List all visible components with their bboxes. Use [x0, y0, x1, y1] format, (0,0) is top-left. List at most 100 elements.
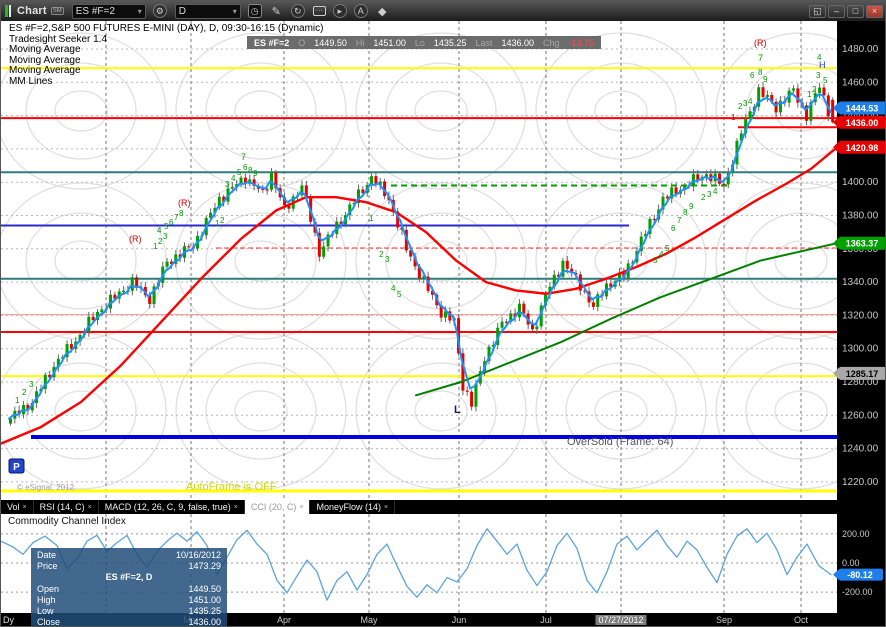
svg-text:© eSignal, 2012: © eSignal, 2012 [17, 483, 75, 492]
legend-symbol-line: ES #F=2,S&P 500 FUTURES E-MINI (DAY), D,… [9, 23, 324, 34]
tooltip-price-label: Price [37, 561, 58, 572]
settings-gear-icon[interactable]: ⚙ [152, 4, 167, 18]
tooltip-close-value: 1436.00 [188, 617, 221, 627]
svg-text:1300.00: 1300.00 [842, 344, 879, 355]
tab-close-icon[interactable]: × [88, 504, 92, 511]
svg-text:4: 4 [391, 284, 396, 293]
window-title: Chart [17, 5, 47, 17]
chevron-down-icon: ▾ [137, 6, 142, 16]
svg-text:(R): (R) [178, 198, 191, 208]
svg-text:1220.00: 1220.00 [842, 477, 879, 488]
tab-close-icon[interactable]: × [299, 504, 303, 511]
svg-text:1480.00: 1480.00 [842, 44, 879, 55]
month-label: 07/27/2012 [595, 615, 647, 625]
month-label: May [360, 615, 378, 625]
tab-rsi[interactable]: RSI (14, C) × [34, 500, 99, 514]
tab-close-icon[interactable]: × [234, 504, 238, 511]
svg-text:H: H [819, 60, 826, 70]
legend-ma-line: Moving Average [9, 65, 81, 77]
tab-close-icon[interactable]: × [23, 504, 27, 511]
symbol-dropdown[interactable]: ES #F=2 ▾ [71, 3, 146, 19]
change-label: Chg [543, 37, 560, 48]
svg-text:200.00: 200.00 [842, 529, 870, 539]
svg-text:1444.53: 1444.53 [846, 104, 879, 114]
auto-a-icon[interactable]: A [353, 4, 368, 18]
maximize-button[interactable]: □ [847, 4, 864, 18]
price-chart-panel[interactable]: 1 2 3 1 2 3 4 5 6 7 8 (R) (R) 1 2 3 4 5 6 7 8 9 1 2 3 4 5 L 3 4 5 6 7 8 9 2… [1, 21, 886, 500]
svg-text:3: 3 [29, 380, 34, 389]
svg-text:9: 9 [253, 169, 258, 178]
chart-window: Chart SM ES #F=2 ▾ ⚙ D ▾ ◷ ✎ ↻ ··· ▸ A ◆… [0, 0, 886, 627]
tab-vol[interactable]: Vol × [1, 500, 34, 514]
svg-text:1380.00: 1380.00 [842, 211, 879, 222]
tab-cci[interactable]: CCI (20, C) × [244, 500, 311, 514]
svg-text:3: 3 [225, 180, 230, 189]
last-label: Last [475, 37, 493, 48]
svg-text:7: 7 [241, 152, 246, 162]
open-value: 1449.50 [314, 37, 347, 48]
svg-text:1340.00: 1340.00 [842, 277, 879, 288]
tooltip-low-value: 1435.25 [188, 605, 221, 616]
last-value: 1436.00 [501, 37, 535, 48]
tooltip-close-label: Close [37, 617, 61, 627]
pencil-draw-icon[interactable]: ✎ [269, 4, 284, 19]
clock-icon[interactable]: ◷ [247, 4, 262, 18]
tab-macd[interactable]: MACD (12, 26, C, 9, false, true) × [99, 500, 245, 514]
svg-text:5: 5 [397, 290, 402, 299]
quote-bar: ES #F=2 O 1449.50 Hi 1451.00 Lo 1435.25 … [247, 36, 602, 49]
svg-text:1: 1 [15, 396, 20, 405]
tooltip-open-value: 1449.50 [188, 583, 221, 594]
svg-text:1260.00: 1260.00 [842, 410, 879, 421]
tooltip-price-value: 1473.29 [188, 561, 221, 572]
interval-value: D [178, 5, 186, 17]
svg-text:8: 8 [179, 209, 184, 218]
month-label: Jun [451, 615, 467, 625]
svg-text:9: 9 [689, 202, 694, 211]
chart-bars-icon [5, 5, 11, 17]
refresh-icon[interactable]: ↻ [290, 4, 305, 18]
interval-dropdown[interactable]: D ▾ [174, 3, 241, 19]
svg-text:4: 4 [748, 97, 753, 106]
svg-text:4: 4 [157, 226, 162, 235]
svg-text:4: 4 [659, 250, 664, 259]
close-button[interactable]: × [866, 4, 883, 18]
svg-text:(R): (R) [129, 234, 142, 244]
eraser-icon[interactable]: ◆ [375, 4, 390, 19]
tab-close-icon[interactable]: × [384, 504, 388, 511]
svg-text:2: 2 [812, 85, 817, 94]
svg-text:2: 2 [22, 388, 27, 397]
svg-text:1: 1 [369, 214, 374, 223]
tooltip-high-value: 1451.00 [188, 594, 221, 605]
svg-text:1460.00: 1460.00 [842, 77, 879, 88]
quote-bubble-icon[interactable]: ··· [312, 6, 326, 16]
low-label: Lo [414, 37, 425, 48]
svg-text:1436.00: 1436.00 [846, 118, 879, 128]
svg-text:3: 3 [816, 71, 821, 80]
svg-text:1400.00: 1400.00 [842, 177, 879, 188]
svg-text:1: 1 [731, 113, 736, 122]
svg-text:7: 7 [758, 53, 763, 63]
svg-text:1320.00: 1320.00 [842, 310, 879, 321]
window-controls: ◱ – □ × [809, 4, 883, 18]
quote-symbol: ES #F=2 [254, 37, 290, 48]
tooltip-low-label: Low [37, 605, 54, 616]
month-label: Apr [276, 615, 292, 625]
svg-text:L: L [454, 404, 461, 416]
svg-text:AutoFrame is OFF: AutoFrame is OFF [186, 481, 277, 493]
month-label: Oct [793, 615, 809, 625]
minimize-button[interactable]: – [828, 4, 845, 18]
svg-text:3: 3 [385, 255, 390, 264]
month-label: Sep [715, 615, 733, 625]
change-value: -13.75 [568, 37, 595, 48]
tab-moneyflow[interactable]: MoneyFlow (14) × [310, 500, 396, 514]
svg-text:5: 5 [665, 244, 670, 253]
tooltip-open-label: Open [37, 583, 60, 594]
open-label: O [298, 37, 306, 48]
tooltip-symbol-header: ES #F=2, D [105, 572, 153, 583]
svg-text:5: 5 [749, 111, 754, 120]
price-chart-canvas[interactable]: 1231234 5 67 8(R)(R)1 2345678 912345L34567892… [1, 21, 886, 500]
svg-text:6: 6 [671, 224, 676, 233]
popout-button[interactable]: ◱ [809, 4, 826, 18]
svg-text:P: P [13, 462, 20, 473]
play-icon[interactable]: ▸ [332, 4, 347, 18]
